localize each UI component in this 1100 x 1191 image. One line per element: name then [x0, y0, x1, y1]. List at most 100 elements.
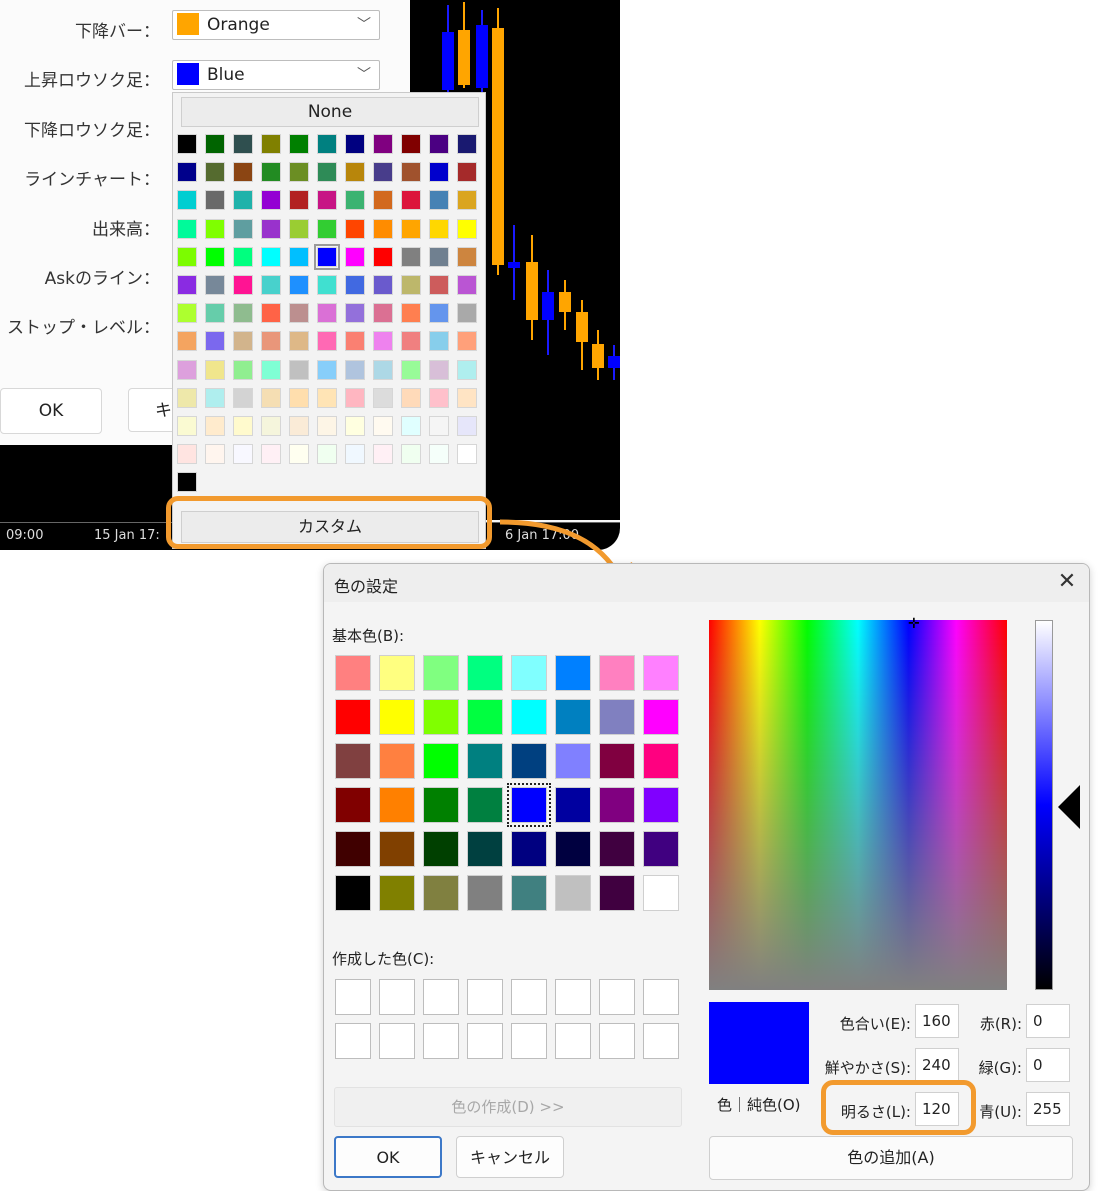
palette-color-swatch[interactable] [233, 387, 253, 408]
palette-color-swatch[interactable] [401, 303, 421, 324]
basic-color-swatch[interactable] [511, 699, 547, 735]
palette-color-swatch[interactable] [177, 472, 197, 493]
custom-color-slot[interactable] [555, 1023, 591, 1059]
palette-color-swatch[interactable] [373, 416, 393, 436]
red-input[interactable]: 0 [1026, 1004, 1070, 1038]
palette-color-swatch[interactable] [457, 246, 477, 267]
bear-bar-color-select[interactable]: Orange ﹀ [172, 10, 380, 40]
palette-color-swatch[interactable] [261, 416, 281, 436]
bull-candle-color-select[interactable]: Blue ﹀ [172, 60, 380, 90]
palette-color-swatch[interactable] [289, 444, 309, 465]
basic-color-swatch[interactable] [643, 655, 679, 691]
palette-color-swatch[interactable] [205, 134, 225, 154]
palette-color-swatch[interactable] [317, 134, 337, 154]
palette-color-swatch[interactable] [205, 444, 225, 465]
palette-color-swatch[interactable] [261, 359, 281, 380]
basic-color-swatch[interactable] [599, 831, 635, 867]
basic-color-swatch[interactable] [511, 875, 547, 911]
basic-color-swatch[interactable] [467, 655, 503, 691]
palette-color-swatch[interactable] [345, 444, 365, 465]
palette-color-swatch[interactable] [401, 246, 421, 267]
palette-color-swatch[interactable] [401, 416, 421, 436]
basic-color-swatch[interactable] [599, 875, 635, 911]
palette-color-swatch[interactable] [205, 387, 225, 408]
palette-color-swatch[interactable] [429, 387, 449, 408]
palette-color-swatch[interactable] [233, 134, 253, 154]
basic-color-swatch[interactable] [555, 875, 591, 911]
palette-color-swatch[interactable] [457, 275, 477, 295]
basic-color-swatch[interactable] [423, 787, 459, 823]
palette-color-swatch[interactable] [317, 444, 337, 465]
basic-color-swatch[interactable] [599, 699, 635, 735]
palette-color-swatch[interactable] [457, 162, 477, 183]
palette-color-swatch[interactable] [373, 218, 393, 239]
palette-color-swatch[interactable] [429, 190, 449, 211]
palette-color-swatch[interactable] [261, 218, 281, 239]
palette-color-swatch[interactable] [373, 303, 393, 324]
palette-color-swatch[interactable] [401, 331, 421, 352]
palette-color-swatch[interactable] [345, 387, 365, 408]
slider-pointer-icon[interactable] [1058, 785, 1080, 829]
palette-color-swatch[interactable] [457, 303, 477, 324]
palette-color-swatch[interactable] [457, 134, 477, 154]
palette-color-swatch[interactable] [457, 190, 477, 211]
basic-color-swatch[interactable] [335, 655, 371, 691]
palette-color-swatch[interactable] [401, 387, 421, 408]
basic-color-swatch[interactable] [335, 699, 371, 735]
palette-color-swatch[interactable] [345, 162, 365, 183]
custom-color-slot[interactable] [467, 979, 503, 1015]
palette-color-swatch[interactable] [345, 246, 365, 267]
add-to-custom-colors-button[interactable]: 色の追加(A) [709, 1136, 1073, 1180]
palette-color-swatch[interactable] [233, 303, 253, 324]
palette-color-swatch[interactable] [289, 134, 309, 154]
basic-color-swatch[interactable] [555, 787, 591, 823]
hue-input[interactable]: 160 [915, 1004, 959, 1038]
basic-color-swatch[interactable] [423, 699, 459, 735]
basic-color-swatch[interactable] [423, 743, 459, 779]
palette-color-swatch[interactable] [345, 359, 365, 380]
palette-color-swatch[interactable] [205, 331, 225, 352]
palette-color-swatch[interactable] [205, 303, 225, 324]
basic-color-swatch[interactable] [423, 655, 459, 691]
palette-color-swatch[interactable] [205, 218, 225, 239]
palette-color-swatch[interactable] [177, 190, 197, 211]
palette-color-swatch[interactable] [289, 275, 309, 295]
palette-color-swatch[interactable] [177, 246, 197, 267]
palette-color-swatch[interactable] [345, 190, 365, 211]
palette-color-swatch[interactable] [177, 218, 197, 239]
custom-color-slot[interactable] [643, 979, 679, 1015]
palette-color-swatch[interactable] [317, 359, 337, 380]
basic-color-swatch[interactable] [423, 831, 459, 867]
palette-color-swatch[interactable] [345, 275, 365, 295]
palette-color-swatch[interactable] [177, 134, 197, 154]
palette-color-swatch[interactable] [177, 162, 197, 183]
basic-color-swatch[interactable] [599, 655, 635, 691]
palette-color-swatch[interactable] [457, 359, 477, 380]
palette-color-swatch[interactable] [401, 444, 421, 465]
palette-color-swatch[interactable] [177, 331, 197, 352]
basic-color-swatch[interactable] [379, 875, 415, 911]
custom-color-slot[interactable] [379, 979, 415, 1015]
palette-color-swatch[interactable] [177, 387, 197, 408]
palette-color-swatch[interactable] [289, 387, 309, 408]
basic-color-swatch[interactable] [555, 743, 591, 779]
palette-color-swatch[interactable] [289, 246, 309, 267]
basic-color-swatch[interactable] [643, 875, 679, 911]
palette-color-swatch[interactable] [345, 218, 365, 239]
custom-color-slot[interactable] [423, 979, 459, 1015]
blue-input[interactable]: 255 [1026, 1092, 1070, 1126]
palette-color-swatch[interactable] [261, 190, 281, 211]
basic-color-swatch[interactable] [643, 831, 679, 867]
palette-color-swatch[interactable] [317, 162, 337, 183]
palette-color-swatch[interactable] [429, 218, 449, 239]
settings-ok-button[interactable]: OK [0, 388, 102, 434]
basic-color-swatch[interactable] [379, 743, 415, 779]
palette-color-swatch[interactable] [233, 275, 253, 295]
palette-color-swatch[interactable] [317, 416, 337, 436]
palette-color-swatch[interactable] [429, 416, 449, 436]
palette-color-swatch[interactable] [177, 359, 197, 380]
basic-color-swatch[interactable] [467, 699, 503, 735]
palette-color-swatch[interactable] [373, 190, 393, 211]
palette-color-swatch[interactable] [261, 246, 281, 267]
palette-color-swatch[interactable] [233, 331, 253, 352]
